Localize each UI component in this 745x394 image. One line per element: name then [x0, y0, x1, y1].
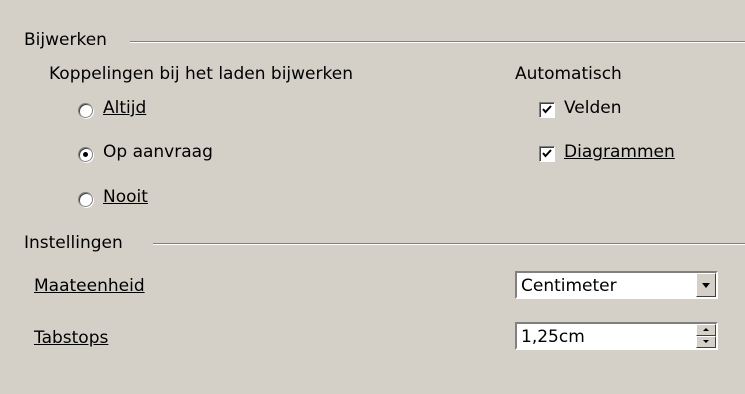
spin-down-button[interactable] — [696, 336, 716, 348]
arrow-up-icon — [703, 328, 709, 331]
radio-always-label[interactable]: Altijd — [103, 98, 146, 118]
checkbox-charts-text: Diagrammen — [564, 142, 675, 162]
unit-label-text: Maateenheid — [34, 276, 145, 296]
radio-always-text: Altijd — [103, 98, 147, 118]
radio-on-request-label[interactable]: Op aanvraag — [103, 142, 213, 162]
unit-select[interactable]: Centimeter — [515, 271, 718, 299]
section-separator-settings — [153, 243, 745, 245]
spin-buttons[interactable] — [696, 324, 716, 348]
tabstops-label: Tabstops — [34, 328, 108, 348]
unit-label: Maateenheid — [34, 276, 145, 296]
dropdown-button[interactable] — [696, 273, 716, 297]
tabstops-spinfield[interactable]: 1,25cm — [515, 322, 718, 350]
checkbox-fields[interactable] — [539, 102, 555, 118]
radio-never-label[interactable]: Nooit — [103, 187, 148, 207]
tabstops-value: 1,25cm — [521, 327, 585, 347]
radio-always[interactable] — [78, 103, 93, 118]
radio-never[interactable] — [78, 192, 93, 207]
section-separator-update — [130, 41, 745, 43]
unit-select-value: Centimeter — [521, 276, 617, 296]
checkbox-fields-label[interactable]: Velden — [564, 98, 622, 118]
section-title-settings: Instellingen — [24, 233, 123, 253]
checkbox-charts[interactable] — [539, 146, 555, 162]
links-group-label: Koppelingen bij het laden bijwerken — [49, 64, 353, 84]
checkmark-icon — [542, 105, 552, 114]
checkmark-icon — [542, 149, 552, 158]
radio-selected-dot — [83, 152, 88, 157]
checkbox-charts-label[interactable]: Diagrammen — [564, 142, 675, 162]
spin-up-button[interactable] — [696, 324, 716, 336]
chevron-down-icon — [702, 283, 710, 288]
radio-never-text: Nooit — [103, 187, 148, 207]
radio-on-request[interactable] — [78, 147, 93, 162]
section-title-update: Bijwerken — [24, 30, 107, 50]
arrow-down-icon — [703, 340, 709, 343]
tabstops-label-text: Tabstops — [34, 328, 109, 348]
auto-group-label: Automatisch — [515, 64, 622, 84]
